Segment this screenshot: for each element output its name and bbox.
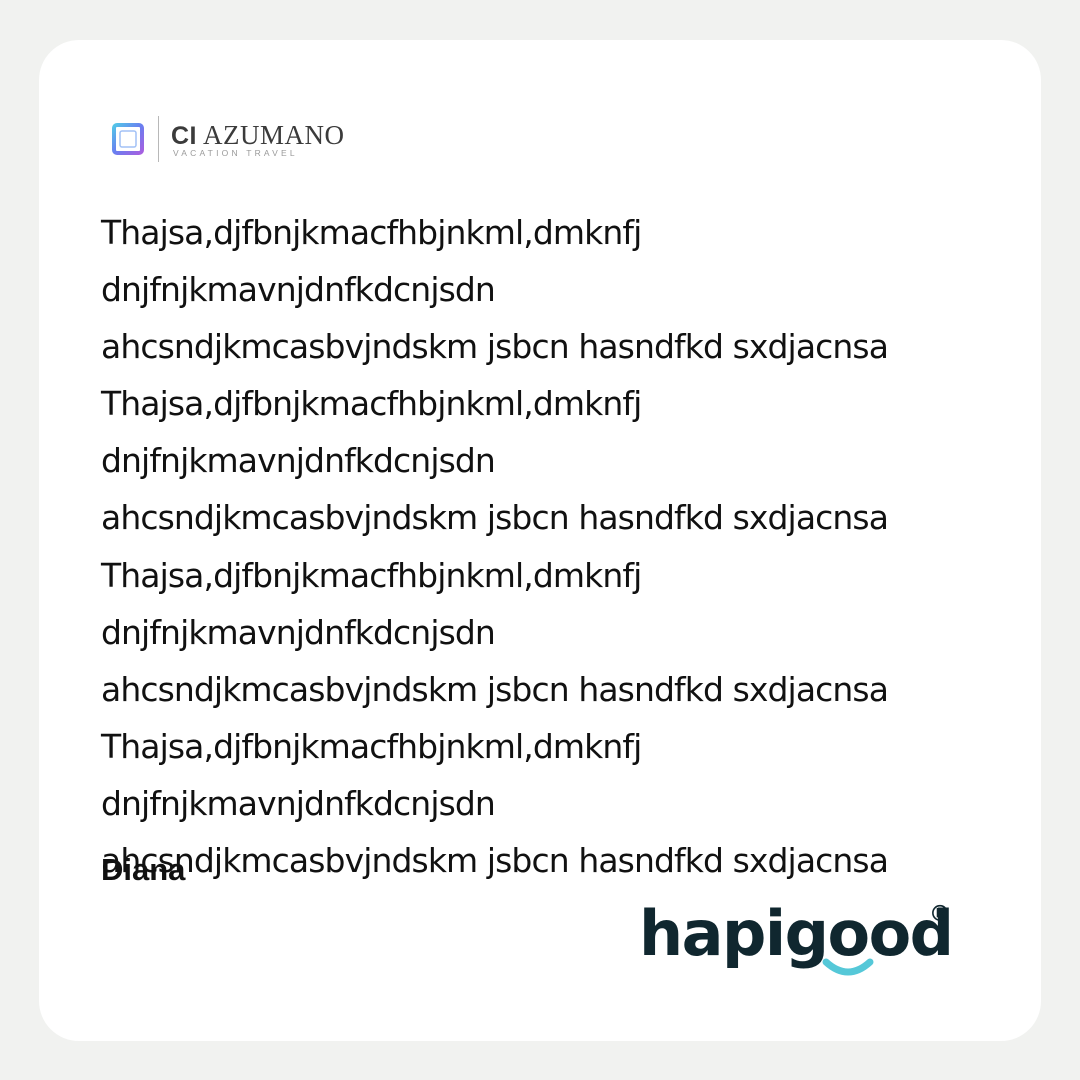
- message-line: Thajsa,djfbnjkmacfhbjnkml,dmknfj: [101, 555, 642, 595]
- message-line: ahcsndjkmcasbvjndskm jsbcn hasndfkd sxdj…: [101, 841, 889, 881]
- logo-divider: [158, 116, 159, 162]
- signature-name: Diana: [101, 852, 186, 887]
- message-line: Thajsa,djfbnjkmacfhbjnkml,dmknfj: [101, 384, 642, 424]
- message-line: Thajsa,djfbnjkmacfhbjnkml,dmknfj: [101, 213, 642, 252]
- message-line: ahcsndjkmcasbvjndskm jsbcn hasndfkd sxdj…: [101, 327, 889, 367]
- company-logo: CI AZUMANO VACATION TRAVEL: [111, 114, 391, 164]
- message-line: dnjfnjkmavnjdnfkdcnjsdn: [101, 270, 496, 310]
- brand-wordmark: hapigood: [639, 897, 954, 970]
- registered-mark: ®: [929, 902, 951, 927]
- message-line: ahcsndjkmcasbvjndskm jsbcn hasndfkd sxdj…: [101, 498, 889, 538]
- message-line: dnjfnjkmavnjdnfkdcnjsdn: [101, 612, 496, 652]
- message-line: Thajsa,djfbnjkmacfhbjnkml,dmknfj: [101, 726, 642, 766]
- brand-logo: hapigood ®: [639, 898, 959, 988]
- message-line: dnjfnjkmavnjdnfkdcnjsdn: [101, 441, 496, 481]
- message-line: dnjfnjkmavnjdnfkdcnjsdn: [101, 783, 496, 823]
- message-body: Thajsa,djfbnjkmacfhbjnkml,dmknfj dnjfnjk…: [101, 204, 1021, 889]
- message-line: ahcsndjkmcasbvjndskm jsbcn hasndfkd sxdj…: [101, 669, 889, 709]
- company-name-text: AZUMANO: [203, 120, 345, 150]
- company-tagline: VACATION TRAVEL: [173, 148, 298, 158]
- square-logo-icon: [112, 123, 144, 155]
- company-name: CI AZUMANO: [171, 120, 345, 151]
- smile-icon: [822, 958, 874, 976]
- card: CI AZUMANO VACATION TRAVEL Thajsa,djfbnjk…: [39, 40, 1041, 1041]
- company-initials: CI: [171, 122, 197, 150]
